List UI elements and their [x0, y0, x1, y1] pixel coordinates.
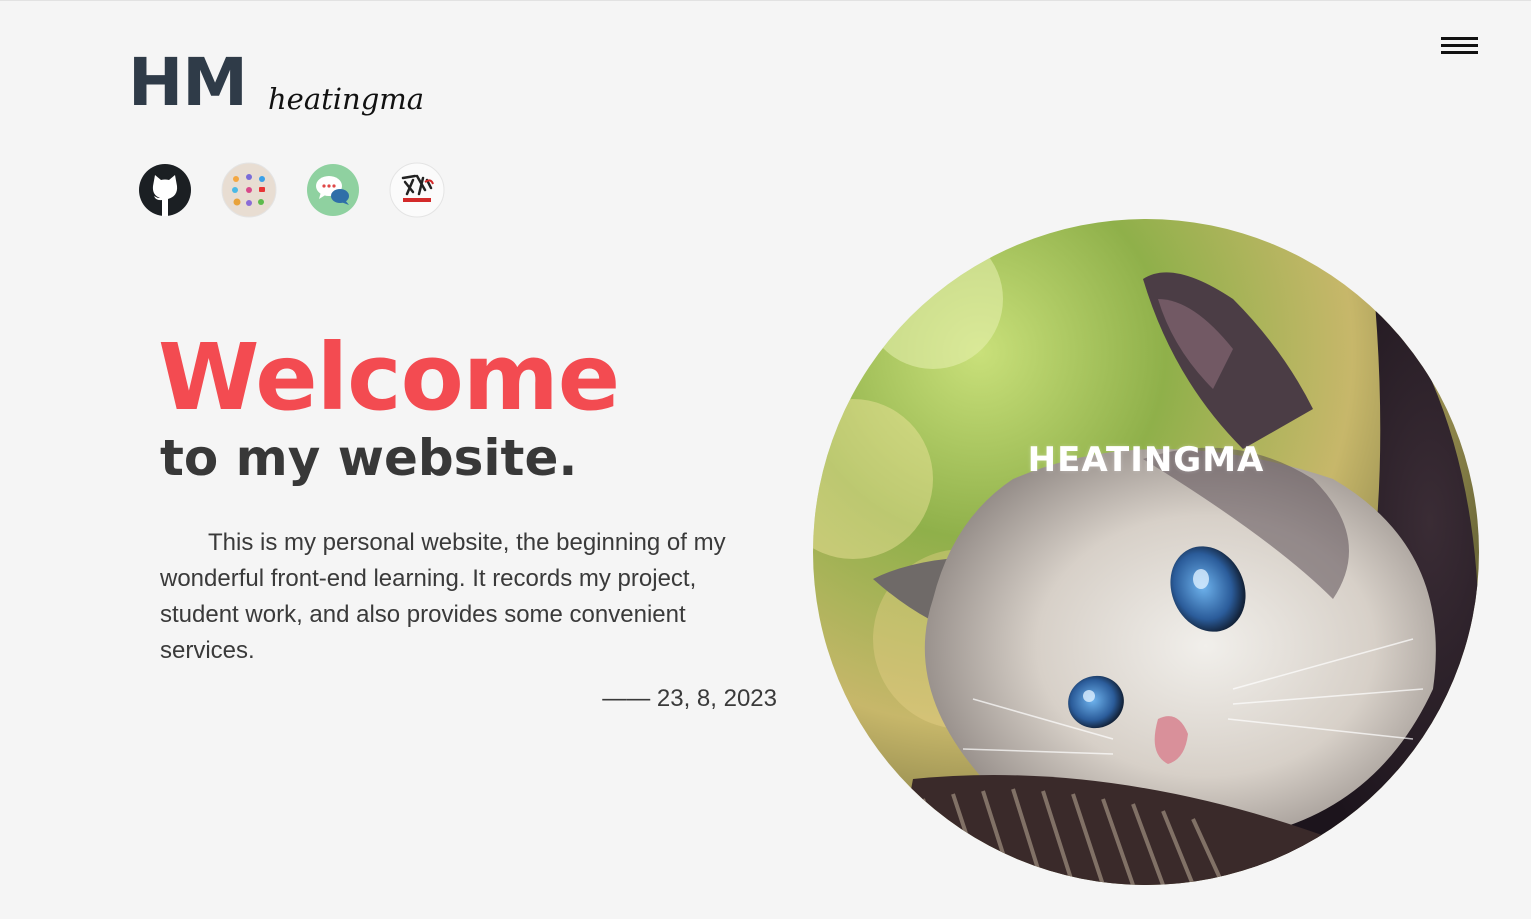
hero-image — [813, 219, 1479, 885]
apps-link[interactable] — [221, 162, 277, 218]
github-link[interactable] — [137, 162, 193, 218]
github-icon — [139, 164, 191, 216]
logo-wordmark: heatingma — [268, 82, 425, 116]
chat-link[interactable] — [305, 162, 361, 218]
apps-collection-icon — [221, 162, 277, 218]
calligraphy-logo-icon — [389, 162, 445, 218]
hero-date-signature: —— 23, 8, 2023 — [602, 685, 777, 712]
hero-image-caption: HEATINGMA — [1027, 440, 1265, 480]
cat-photo — [813, 219, 1479, 885]
hero-headline: Welcome — [158, 324, 620, 431]
menu-button[interactable] — [1440, 35, 1480, 59]
hero-subheadline: to my website. — [160, 429, 578, 487]
logo-monogram: HM — [128, 44, 248, 121]
calligraphy-link[interactable] — [389, 162, 445, 218]
hamburger-menu-icon — [1441, 37, 1478, 40]
chat-bubbles-icon — [307, 164, 359, 216]
hero-intro: This is my personal website, the beginni… — [160, 529, 726, 664]
